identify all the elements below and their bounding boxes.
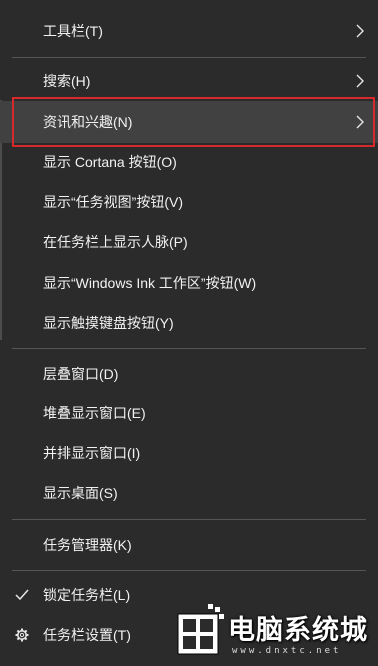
chevron-right-icon	[356, 115, 364, 129]
checkmark-icon	[15, 589, 29, 601]
menu-item-cascade-windows[interactable]: 层叠窗口(D)	[0, 356, 378, 392]
taskbar-context-menu: 工具栏(T) 搜索(H) 资讯和兴趣(N) 显示 Cortana 按钮(O) 显…	[0, 0, 378, 666]
menu-item-label: 层叠窗口(D)	[43, 366, 119, 382]
menu-item-label: 显示触摸键盘按钮(Y)	[43, 315, 174, 331]
menu-item-label: 在任务栏上显示人脉(P)	[43, 234, 188, 250]
chevron-right-icon	[356, 74, 364, 88]
menu-item-label: 资讯和兴趣(N)	[43, 114, 133, 130]
menu-item-stack-windows[interactable]: 堆叠显示窗口(E)	[0, 395, 378, 431]
menu-separator	[12, 519, 366, 520]
menu-item-show-cortana-button[interactable]: 显示 Cortana 按钮(O)	[0, 144, 378, 180]
menu-item-show-task-view-button[interactable]: 显示“任务视图”按钮(V)	[0, 184, 378, 220]
windows-logo-icon	[177, 604, 224, 655]
menu-item-news-and-interests[interactable]: 资讯和兴趣(N)	[0, 101, 378, 143]
menu-item-label: 锁定任务栏(L)	[43, 587, 131, 603]
menu-item-task-manager[interactable]: 任务管理器(K)	[0, 527, 378, 563]
menu-item-label: 显示“Windows Ink 工作区”按钮(W)	[43, 275, 257, 291]
menu-item-show-people[interactable]: 在任务栏上显示人脉(P)	[0, 224, 378, 260]
menu-item-label: 显示“任务视图”按钮(V)	[43, 194, 183, 210]
menu-item-show-windows-ink-button[interactable]: 显示“Windows Ink 工作区”按钮(W)	[0, 265, 378, 301]
menu-item-label: 堆叠显示窗口(E)	[43, 405, 146, 421]
watermark: 电脑系统城 www.dnxtc.net	[172, 600, 378, 666]
menu-item-toolbars[interactable]: 工具栏(T)	[0, 13, 378, 49]
menu-item-side-by-side-windows[interactable]: 并排显示窗口(I)	[0, 435, 378, 471]
menu-separator	[12, 57, 366, 58]
menu-item-show-desktop[interactable]: 显示桌面(S)	[0, 475, 378, 511]
menu-separator	[12, 348, 366, 349]
watermark-url: www.dnxtc.net	[232, 646, 342, 656]
menu-item-label: 显示 Cortana 按钮(O)	[43, 154, 177, 170]
menu-item-label: 显示桌面(S)	[43, 485, 118, 501]
gear-icon	[15, 628, 29, 642]
menu-item-label: 任务栏设置(T)	[43, 627, 131, 643]
chevron-right-icon	[356, 24, 364, 38]
menu-item-label: 并排显示窗口(I)	[43, 445, 141, 461]
menu-item-label: 任务管理器(K)	[43, 537, 132, 553]
menu-item-search[interactable]: 搜索(H)	[0, 63, 378, 99]
menu-item-label: 搜索(H)	[43, 73, 91, 89]
menu-separator	[12, 570, 366, 571]
menu-item-label: 工具栏(T)	[43, 23, 103, 39]
watermark-title: 电脑系统城	[228, 615, 368, 646]
menu-item-show-touch-keyboard-button[interactable]: 显示触摸键盘按钮(Y)	[0, 305, 378, 341]
